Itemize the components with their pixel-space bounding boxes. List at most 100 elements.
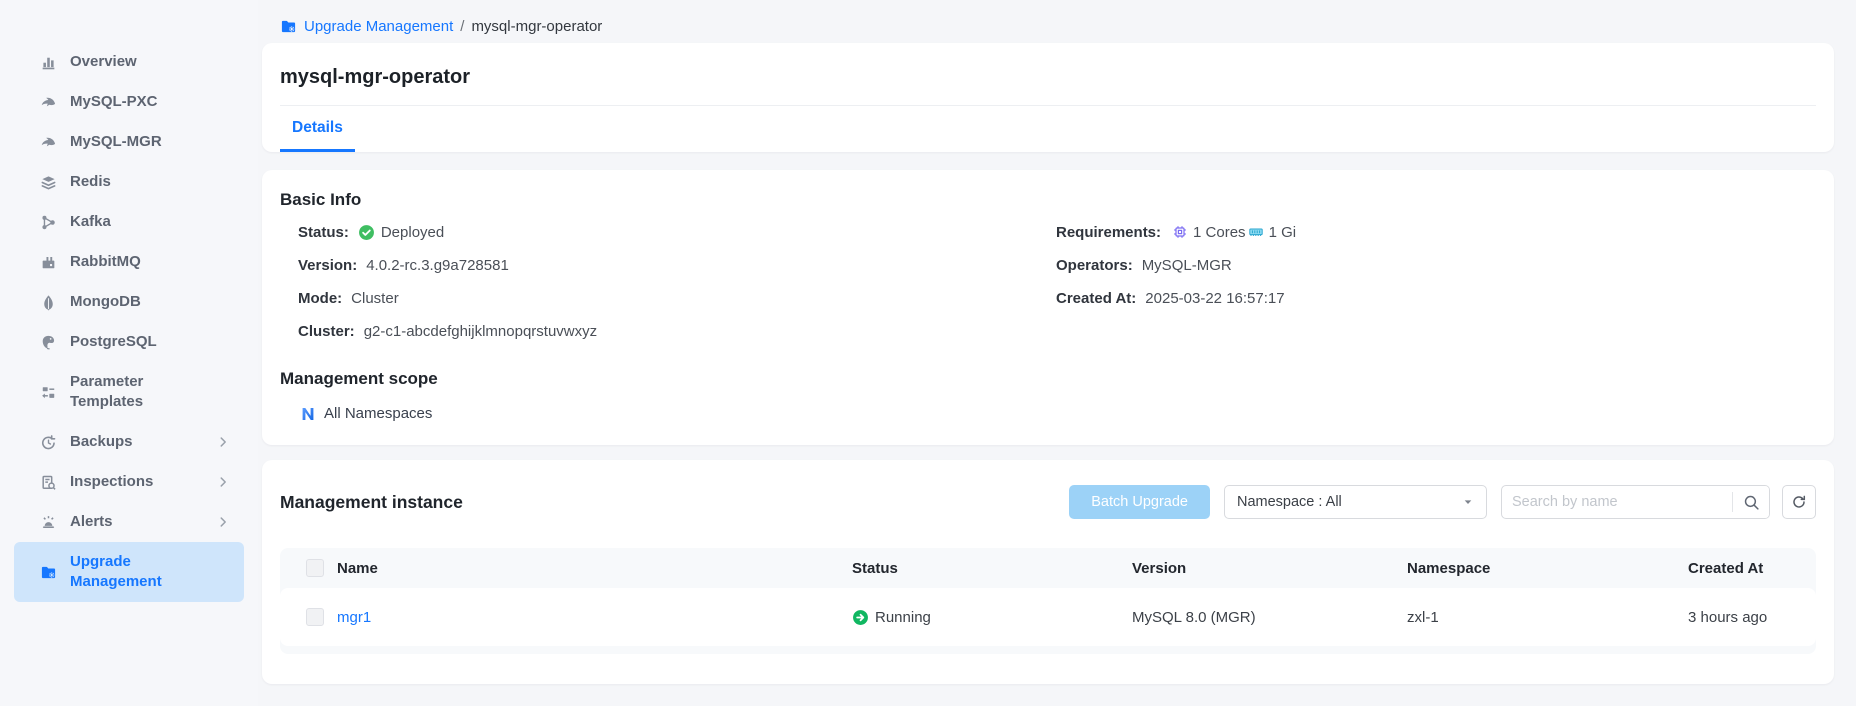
dolphin-icon — [40, 94, 57, 111]
requirements-row: Requirements: 1 Cores 1 Gi — [1056, 221, 1816, 243]
breadcrumb-root-link[interactable]: Upgrade Management — [304, 18, 453, 35]
instance-status-cell: Running — [852, 609, 1132, 626]
sidebar-item-label: Backups — [70, 432, 133, 452]
header-checkbox-cell — [280, 559, 337, 577]
memory-icon — [1248, 224, 1264, 240]
mode-label: Mode: — [298, 290, 342, 307]
chevron-right-icon — [216, 435, 230, 449]
sidebar-item-label: RabbitMQ — [70, 252, 141, 272]
sidebar-item-label: Kafka — [70, 212, 111, 232]
mode-value: Cluster — [351, 290, 399, 307]
elephant-icon — [40, 334, 57, 351]
row-checkbox-cell — [280, 608, 337, 626]
mode-row: Mode: Cluster — [298, 287, 1056, 309]
column-header-namespace: Namespace — [1407, 560, 1688, 577]
folder-gear-icon — [280, 18, 297, 35]
sidebar-item-label: PostgreSQL — [70, 332, 157, 352]
refresh-button[interactable] — [1782, 485, 1816, 519]
instance-version-cell: MySQL 8.0 (MGR) — [1132, 609, 1407, 626]
sidebar-item-mysql-mgr[interactable]: MySQL-MGR — [14, 122, 244, 162]
sidebar-item-label: MySQL-MGR — [70, 132, 162, 152]
management-scope-heading: Management scope — [280, 367, 1816, 391]
template-icon — [40, 384, 57, 401]
column-header-status: Status — [852, 560, 1132, 577]
search-icon[interactable] — [1733, 486, 1769, 518]
inspection-icon — [40, 474, 57, 491]
instance-status-value: Running — [875, 609, 931, 626]
basic-info-heading: Basic Info — [280, 188, 1816, 212]
created-at-label: Created At: — [1056, 290, 1136, 307]
instance-table: Name Status Version Namespace Created At… — [280, 548, 1816, 654]
chevron-right-icon — [216, 475, 230, 489]
column-header-name: Name — [337, 560, 852, 577]
breadcrumb: Upgrade Management / mysql-mgr-operator — [262, 9, 1834, 43]
status-value: Deployed — [381, 224, 444, 241]
alarm-icon — [40, 514, 57, 531]
sidebar-item-parameter-templates[interactable]: Parameter Templates — [14, 362, 244, 422]
table-row: mgr1 Running MySQL 8.0 (MGR) zxl-1 3 hou… — [280, 588, 1816, 646]
row-checkbox[interactable] — [306, 608, 324, 626]
cpu-value: 1 Cores — [1193, 224, 1246, 241]
breadcrumb-current: mysql-mgr-operator — [471, 18, 602, 35]
bar-chart-icon — [40, 54, 57, 71]
sidebar-item-postgresql[interactable]: PostgreSQL — [14, 322, 244, 362]
folder-gear-icon — [40, 564, 57, 581]
namespace-scope-item: All Namespaces — [280, 405, 1816, 422]
rabbitmq-icon — [40, 254, 57, 271]
version-row: Version: 4.0.2-rc.3.g9a728581 — [298, 254, 1056, 276]
operators-row: Operators: MySQL-MGR — [1056, 254, 1816, 276]
main-content: Upgrade Management / mysql-mgr-operator … — [258, 0, 1856, 706]
sidebar-item-label: Alerts — [70, 512, 113, 532]
cluster-value: g2-c1-abcdefghijklmnopqrstuvwxyz — [364, 323, 597, 340]
batch-upgrade-button[interactable]: Batch Upgrade — [1069, 485, 1210, 519]
sidebar-item-overview[interactable]: Overview — [14, 42, 244, 82]
column-header-created-at: Created At — [1688, 560, 1816, 577]
instance-namespace-cell: zxl-1 — [1407, 609, 1688, 626]
requirements-label: Requirements: — [1056, 224, 1161, 241]
toolbar: Batch Upgrade Namespace : All — [1069, 485, 1816, 519]
sidebar-item-mysql-pxc[interactable]: MySQL-PXC — [14, 82, 244, 122]
sidebar-item-label: MongoDB — [70, 292, 141, 312]
status-label: Status: — [298, 224, 349, 241]
restore-icon — [40, 434, 57, 451]
leaf-icon — [40, 294, 57, 311]
select-all-checkbox[interactable] — [306, 559, 324, 577]
cluster-label: Cluster: — [298, 323, 355, 340]
sidebar-item-alerts[interactable]: Alerts — [14, 502, 244, 542]
instance-created-at-cell: 3 hours ago — [1688, 609, 1816, 626]
sidebar-item-redis[interactable]: Redis — [14, 162, 244, 202]
instance-name-link[interactable]: mgr1 — [337, 609, 371, 626]
search-input[interactable] — [1502, 494, 1732, 510]
check-circle-icon — [358, 224, 375, 241]
sidebar-item-upgrade-management[interactable]: Upgrade Management — [14, 542, 244, 602]
basic-info-right-column: Requirements: 1 Cores 1 Gi Operators: My… — [1056, 221, 1816, 353]
caret-down-icon — [1462, 496, 1474, 508]
operators-label: Operators: — [1056, 257, 1133, 274]
created-at-value: 2025-03-22 16:57:17 — [1145, 290, 1284, 307]
sidebar-item-backups[interactable]: Backups — [14, 422, 244, 462]
sidebar-item-kafka[interactable]: Kafka — [14, 202, 244, 242]
sidebar-item-label: Inspections — [70, 472, 153, 492]
namespace-filter-select[interactable]: Namespace : All — [1224, 485, 1487, 519]
basic-info-card: Basic Info Status: Deployed Version: 4.0… — [262, 170, 1834, 445]
basic-info-left-column: Status: Deployed Version: 4.0.2-rc.3.g9a… — [298, 221, 1056, 353]
app-window: Overview MySQL-PXC MySQL-MGR Redis Kafka… — [0, 0, 1856, 706]
namespace-n-icon — [300, 406, 316, 422]
basic-info-grid: Status: Deployed Version: 4.0.2-rc.3.g9a… — [280, 221, 1816, 353]
sidebar-item-rabbitmq[interactable]: RabbitMQ — [14, 242, 244, 282]
version-value: 4.0.2-rc.3.g9a728581 — [366, 257, 509, 274]
nodes-icon — [40, 214, 57, 231]
sidebar-item-mongodb[interactable]: MongoDB — [14, 282, 244, 322]
cluster-row: Cluster: g2-c1-abcdefghijklmnopqrstuvwxy… — [298, 320, 1056, 342]
sidebar-item-label: Parameter Templates — [70, 372, 198, 412]
sidebar-item-inspections[interactable]: Inspections — [14, 462, 244, 502]
status-row: Status: Deployed — [298, 221, 1056, 243]
memory-value: 1 Gi — [1269, 224, 1297, 241]
breadcrumb-separator: / — [460, 18, 464, 35]
sidebar-item-label: Upgrade Management — [70, 552, 198, 592]
page-title: mysql-mgr-operator — [262, 43, 1834, 91]
tab-details[interactable]: Details — [280, 106, 355, 152]
version-label: Version: — [298, 257, 357, 274]
chevron-right-icon — [216, 515, 230, 529]
sidebar-item-label: Overview — [70, 52, 137, 72]
